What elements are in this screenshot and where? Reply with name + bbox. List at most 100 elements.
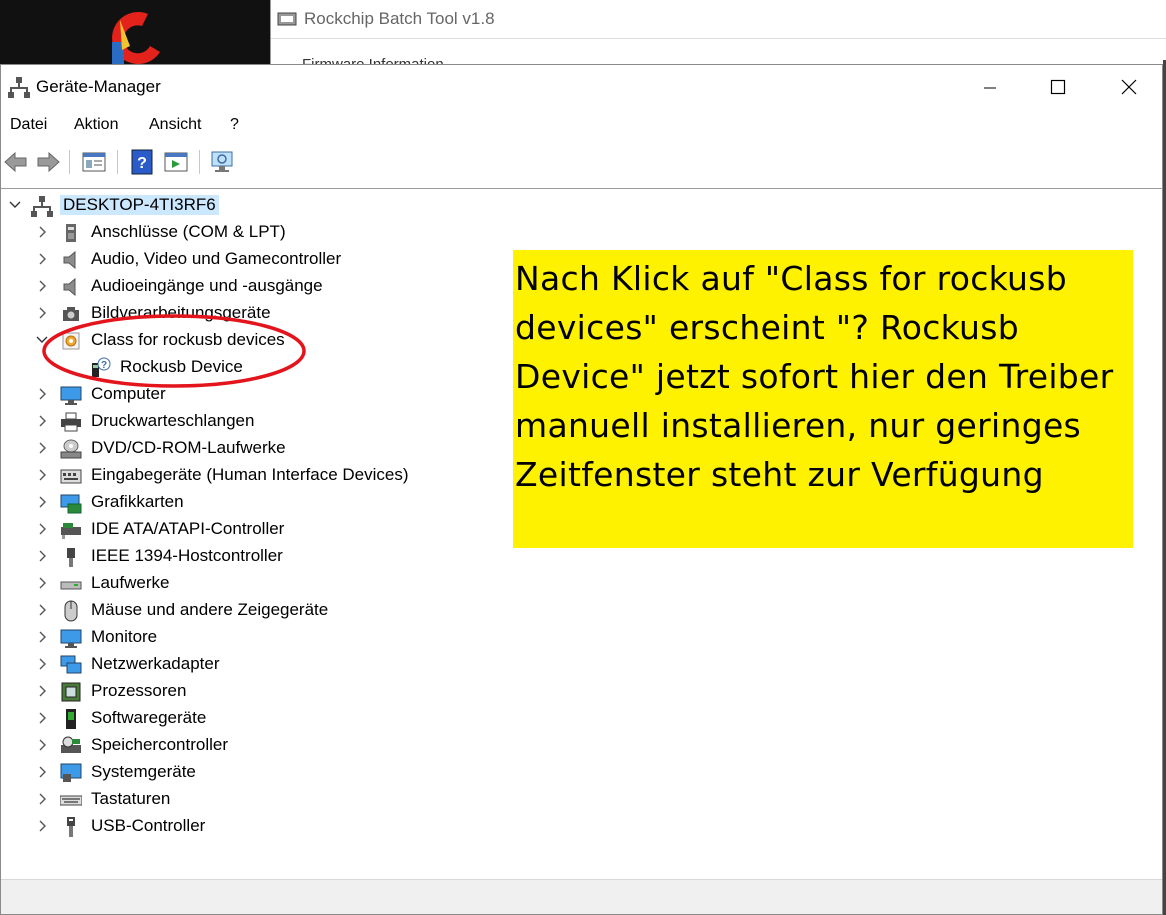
update-driver-icon[interactable]: [163, 149, 189, 175]
tree-item-prozessoren[interactable]: Prozessoren: [1, 678, 261, 705]
background-window-title: Rockchip Batch Tool v1.8: [304, 9, 495, 28]
tree-item-speichercontroller[interactable]: Speichercontroller: [1, 732, 301, 759]
software-device-icon: [66, 709, 76, 729]
background-window-cut-text: Firmware Information: [302, 54, 444, 64]
chevron-right-icon[interactable]: [35, 252, 49, 266]
chevron-right-icon[interactable]: [35, 414, 49, 428]
tree-item-label: Laufwerke: [91, 573, 170, 592]
chevron-right-icon[interactable]: [35, 630, 49, 644]
scan-hardware-icon[interactable]: [209, 149, 235, 175]
chevron-right-icon[interactable]: [35, 792, 49, 806]
chevron-right-icon[interactable]: [35, 765, 49, 779]
tree-root-label: DESKTOP-4TI3RF6: [60, 195, 219, 215]
storage-controller-icon: [61, 736, 81, 753]
tree-item-monitore[interactable]: Monitore: [1, 624, 261, 651]
window-title: Geräte-Manager: [36, 77, 161, 96]
device-manager-window[interactable]: Geräte-Manager Datei Aktion Ansicht ? ? …: [0, 64, 1163, 915]
status-bar: [1, 879, 1162, 914]
ccleaner-desktop-icon[interactable]: [104, 6, 168, 64]
close-icon: [1121, 79, 1137, 95]
tree-item-tastaturen[interactable]: Tastaturen: [1, 786, 261, 813]
chevron-right-icon[interactable]: [35, 819, 49, 833]
tree-item-label: IEEE 1394-Hostcontroller: [91, 546, 283, 565]
help-icon[interactable]: ?: [129, 149, 155, 175]
chevron-right-icon[interactable]: [35, 576, 49, 590]
display-adapter-icon: [60, 494, 82, 514]
toolbar: ?: [1, 145, 1162, 181]
tree-item-usb-controller[interactable]: USB-Controller: [1, 813, 261, 840]
minimize-button[interactable]: [961, 65, 1019, 109]
tree-item-audio-video[interactable]: Audio, Video und Gamecontroller: [1, 246, 361, 273]
tree-item-eingabegeraete[interactable]: Eingabegeräte (Human Interface Devices): [1, 462, 421, 489]
menu-aktion[interactable]: Aktion: [74, 116, 118, 134]
maximize-icon: [1050, 79, 1066, 95]
chevron-right-icon[interactable]: [35, 225, 49, 239]
chevron-right-icon[interactable]: [35, 522, 49, 536]
cpu-icon: [61, 682, 81, 702]
tree-item-label: Netzwerkadapter: [91, 654, 220, 673]
chevron-right-icon[interactable]: [35, 657, 49, 671]
tree-item-maeuse[interactable]: Mäuse und andere Zeigegeräte: [1, 597, 361, 624]
toolbar-separator: [69, 150, 70, 174]
background-window-rockchip-batch-tool[interactable]: Rockchip Batch Tool v1.8 Firmware Inform…: [270, 0, 1166, 64]
tree-item-label: Eingabegeräte (Human Interface Devices): [91, 465, 409, 484]
back-arrow-icon[interactable]: [3, 149, 29, 175]
keyboard-icon: [60, 795, 82, 806]
tree-item-ide-ata[interactable]: IDE ATA/ATAPI-Controller: [1, 516, 321, 543]
disc-icon: [60, 439, 82, 459]
computer-root-icon: [31, 196, 53, 217]
tree-item-label: Speichercontroller: [91, 735, 229, 754]
menu-help[interactable]: ?: [230, 116, 239, 134]
chevron-right-icon[interactable]: [35, 441, 49, 455]
close-button[interactable]: [1100, 65, 1158, 109]
tree-item-systemgeraete[interactable]: Systemgeräte: [1, 759, 261, 786]
background-window-divider: [271, 38, 1166, 39]
tree-root[interactable]: DESKTOP-4TI3RF6: [1, 192, 221, 219]
title-bar[interactable]: Geräte-Manager: [1, 65, 1162, 109]
keyboard-hid-icon: [60, 469, 82, 484]
tree-item-netzwerkadapter[interactable]: Netzwerkadapter: [1, 651, 301, 678]
tree-item-dvd-cd-rom[interactable]: DVD/CD-ROM-Laufwerke: [1, 435, 301, 462]
chevron-right-icon[interactable]: [35, 549, 49, 563]
tree-item-anschluesse[interactable]: Anschlüsse (COM & LPT): [1, 219, 301, 246]
device-manager-app-icon: [8, 77, 30, 98]
tree-item-softwaregeraete[interactable]: Softwaregeräte: [1, 705, 261, 732]
tree-item-label: Softwaregeräte: [91, 708, 207, 727]
monitor-icon: [60, 629, 82, 648]
speaker-icon: [63, 250, 76, 270]
menu-ansicht[interactable]: Ansicht: [149, 116, 201, 134]
chevron-right-icon[interactable]: [35, 603, 49, 617]
toolbar-separator: [117, 150, 118, 174]
ide-controller-icon: [61, 523, 81, 539]
maximize-button[interactable]: [1029, 65, 1087, 109]
minimize-icon: [984, 87, 996, 89]
tree-item-druckwarteschlangen[interactable]: Druckwarteschlangen: [1, 408, 301, 435]
tree-item-grafikkarten[interactable]: Grafikkarten: [1, 489, 261, 516]
properties-view-icon[interactable]: [81, 149, 107, 175]
chevron-right-icon[interactable]: [35, 468, 49, 482]
forward-arrow-icon[interactable]: [35, 149, 61, 175]
chevron-right-icon[interactable]: [35, 738, 49, 752]
tree-item-laufwerke[interactable]: Laufwerke: [1, 570, 261, 597]
tree-item-label: Systemgeräte: [91, 762, 196, 781]
chevron-right-icon[interactable]: [35, 684, 49, 698]
tree-item-ieee1394[interactable]: IEEE 1394-Hostcontroller: [1, 543, 321, 570]
mouse-icon: [64, 600, 78, 622]
tree-item-label: IDE ATA/ATAPI-Controller: [91, 519, 285, 538]
chevron-down-icon[interactable]: [8, 198, 22, 212]
menu-bar: Datei Aktion Ansicht ?: [1, 113, 1162, 139]
tree-item-label: Audio, Video und Gamecontroller: [91, 249, 342, 268]
tree-item-label: DVD/CD-ROM-Laufwerke: [91, 438, 286, 457]
tree-item-label: Prozessoren: [91, 681, 187, 700]
chevron-right-icon[interactable]: [35, 279, 49, 293]
chevron-right-icon[interactable]: [35, 711, 49, 725]
tree-item-audioeingaenge[interactable]: Audioeingänge und -ausgänge: [1, 273, 351, 300]
tree-item-label: Anschlüsse (COM & LPT): [91, 222, 286, 241]
menu-datei[interactable]: Datei: [10, 116, 47, 134]
tree-item-label: Audioeingänge und -ausgänge: [91, 276, 323, 295]
tree-item-label: Monitore: [91, 627, 158, 646]
chevron-right-icon[interactable]: [35, 495, 49, 509]
tree-item-label: Tastaturen: [91, 789, 171, 808]
drive-icon: [60, 581, 82, 590]
tree-item-label: Druckwarteschlangen: [91, 411, 255, 430]
